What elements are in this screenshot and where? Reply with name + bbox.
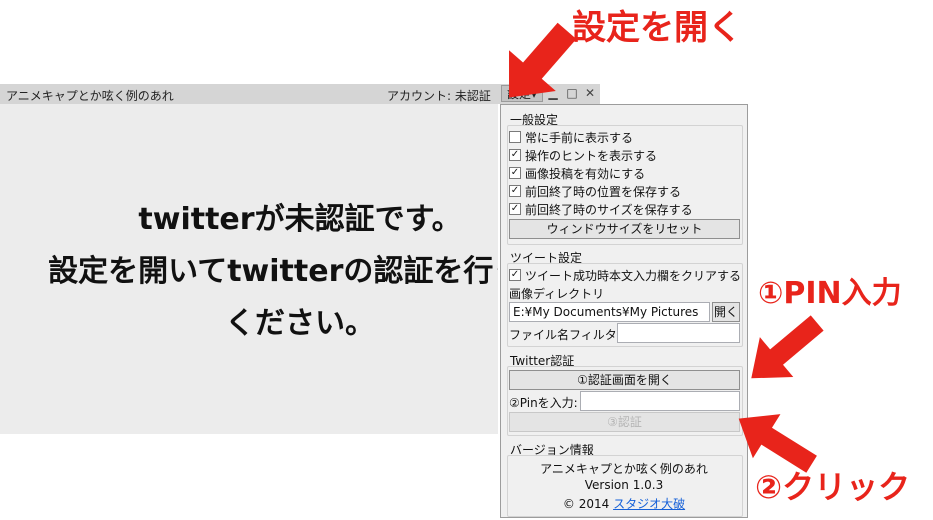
annotation-open-settings: 設定を開く [572, 8, 742, 48]
annotation-pin-input: ①PIN入力 [758, 276, 902, 311]
annotation-click: ②クリック [755, 468, 911, 506]
arrow-pin-icon [751, 315, 824, 379]
annotation-arrows [509, 22, 824, 473]
